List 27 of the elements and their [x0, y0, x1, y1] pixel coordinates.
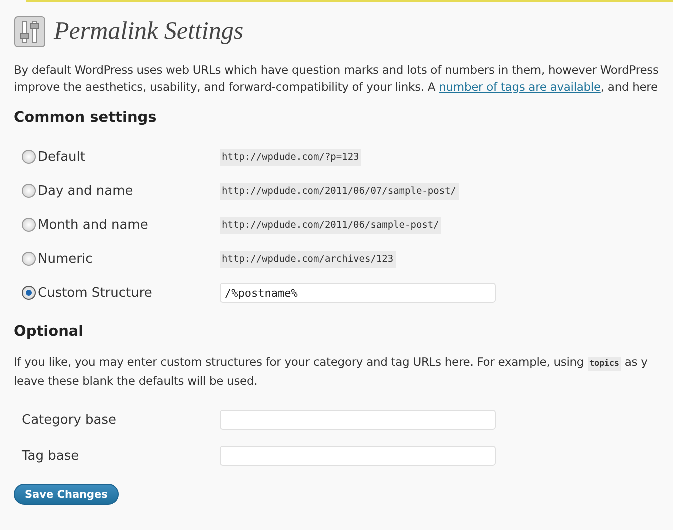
section-heading: Common settings — [14, 110, 158, 126]
save-changes-button[interactable]: Save Changes — [14, 484, 119, 505]
radio-button[interactable] — [22, 184, 36, 198]
radio-button[interactable] — [22, 150, 36, 164]
intro-text: By default WordPress uses web URLs which have question marks and lots of numbers in them, however WordPress improve the aesthetics, usability, and forward-compatibility of your links. A number of tags are available, and here — [14, 62, 660, 96]
option-label: Default — [38, 150, 86, 164]
section-heading: Optional — [14, 324, 85, 340]
example-url: http://wpdude.com/archives/123 — [220, 250, 396, 268]
field-label: Category base — [22, 412, 118, 428]
custom-structure-field[interactable]: /%postname% — [220, 283, 496, 303]
radio-button[interactable] — [22, 218, 36, 232]
example-url: http://wpdude.com/2011/06/07/sample-post/ — [220, 182, 458, 200]
input-field[interactable] — [220, 446, 496, 466]
field-label: Tag base — [22, 448, 80, 464]
tags-link[interactable]: number of tags are available — [439, 80, 601, 94]
example-url: http://wpdude.com/2011/06/sample-post/ — [220, 216, 442, 234]
input-field[interactable] — [220, 410, 496, 430]
option-label: Day and name — [38, 184, 134, 198]
radio-button[interactable] — [22, 286, 36, 300]
optional-text: If you like, you may enter custom structures for your category and tag URLs here. For example, using topics as y leave these blank the defaults will be used. — [14, 354, 649, 390]
option-label: Numeric — [38, 252, 93, 266]
settings-sliders-icon — [14, 16, 46, 48]
example-url: http://wpdude.com/?p=123 — [220, 148, 362, 166]
radio-button[interactable] — [22, 252, 36, 266]
option-label: Custom Structure — [38, 286, 152, 300]
option-label: Month and name — [38, 218, 148, 232]
page-title: Permalink Settings — [54, 18, 244, 46]
